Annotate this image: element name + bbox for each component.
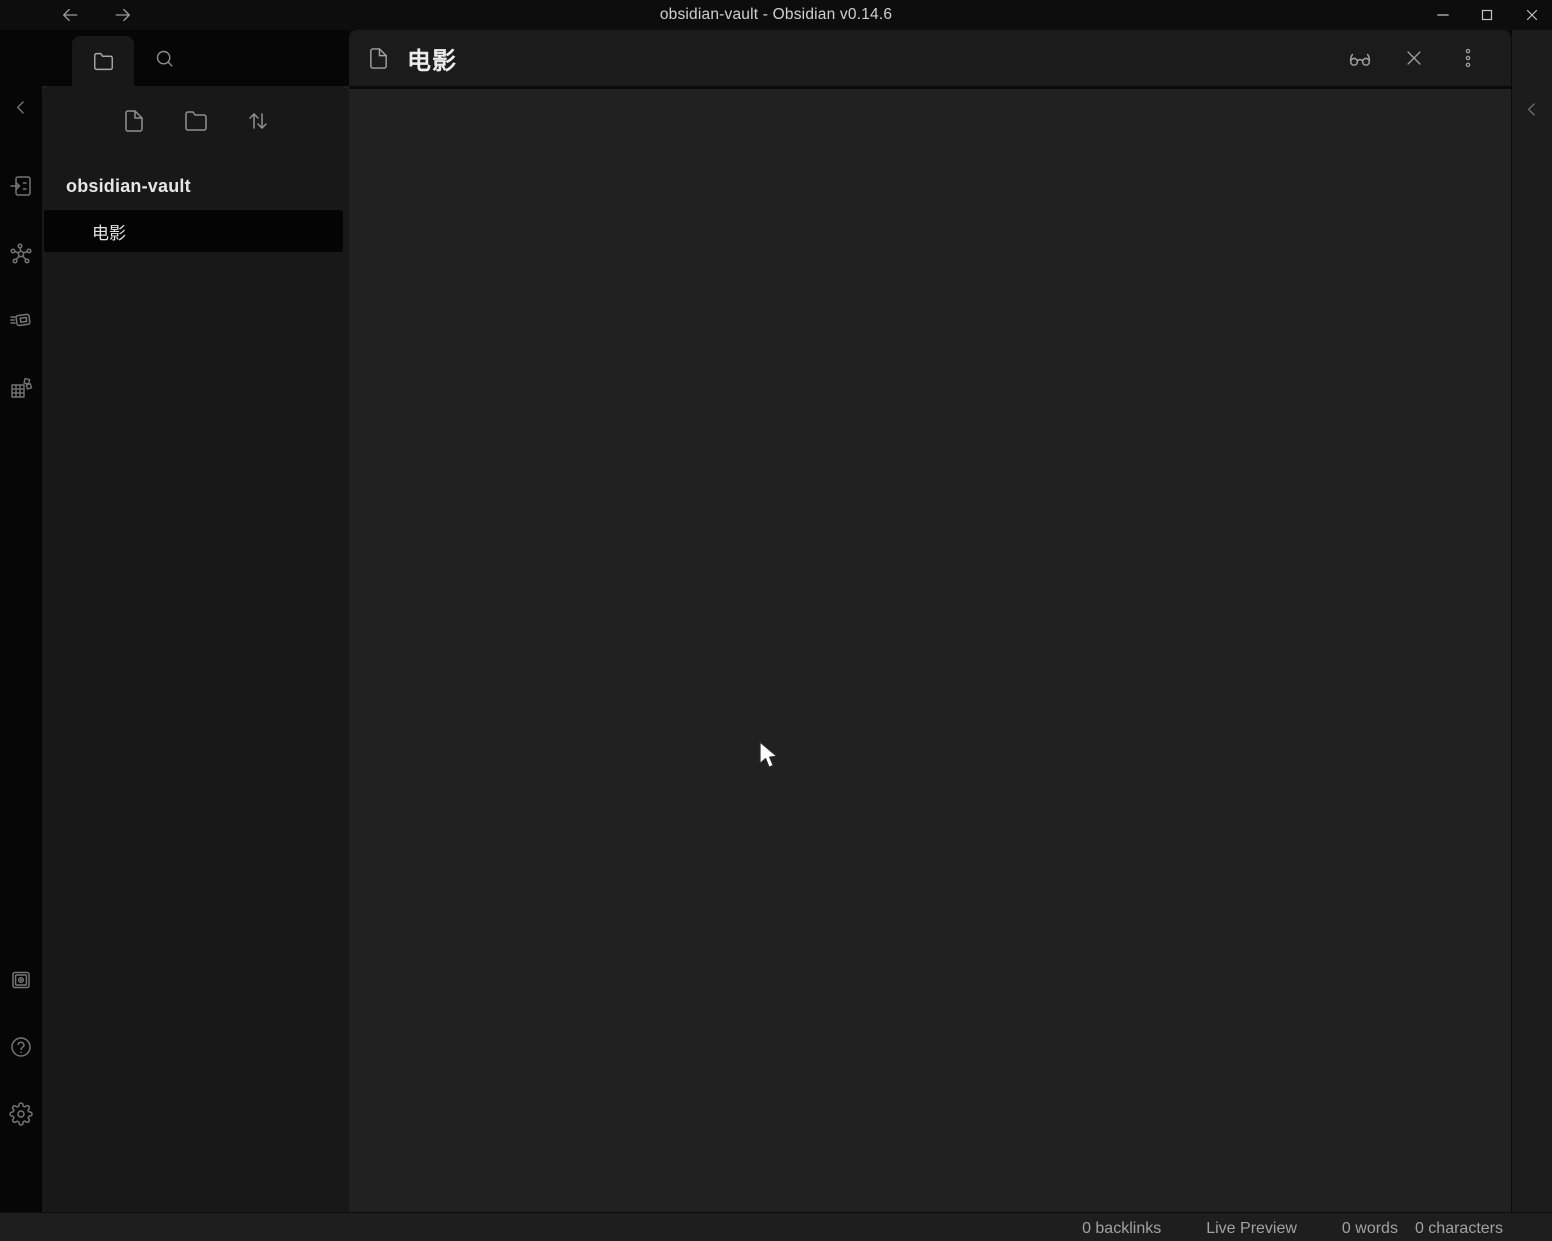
reading-view-button[interactable] xyxy=(1347,45,1373,71)
more-options-icon xyxy=(1457,47,1479,69)
note-title: 电影 xyxy=(407,41,457,76)
obsidian-window: obsidian-vault - Obsidian v0.14.6 xyxy=(0,0,1552,1241)
quick-switcher-icon xyxy=(9,174,33,198)
editor-area[interactable] xyxy=(349,89,1511,1212)
vault-icon xyxy=(9,968,33,992)
quick-switcher-button[interactable] xyxy=(7,172,35,200)
right-sidebar-collapsed xyxy=(1511,30,1552,1212)
word-count: 0 words xyxy=(1342,1220,1398,1238)
file-tree-item-selected[interactable]: 电影 xyxy=(44,210,343,252)
random-note-button[interactable] xyxy=(7,374,35,402)
pane-actions xyxy=(1347,45,1481,71)
vault-name[interactable]: obsidian-vault xyxy=(66,176,191,197)
left-ribbon xyxy=(0,30,42,1212)
close-pane-button[interactable] xyxy=(1401,45,1427,71)
new-folder-button[interactable] xyxy=(182,107,210,135)
graph-view-button[interactable] xyxy=(7,240,35,268)
glasses-icon xyxy=(1347,45,1373,71)
more-options-button[interactable] xyxy=(1455,45,1481,71)
chevron-left-icon xyxy=(11,97,31,117)
tab-search[interactable] xyxy=(150,44,178,72)
main-pane: 电影 xyxy=(349,30,1511,1212)
maximize-icon xyxy=(1478,6,1496,24)
new-note-icon xyxy=(122,109,146,133)
close-icon xyxy=(1523,6,1541,24)
collapse-left-sidebar-button[interactable] xyxy=(7,93,35,121)
file-item-label: 电影 xyxy=(92,219,126,244)
folder-icon xyxy=(93,51,114,72)
pane-header: 电影 xyxy=(349,30,1511,86)
sort-order-icon xyxy=(246,109,270,133)
document-icon xyxy=(367,47,390,70)
expand-right-sidebar-button[interactable] xyxy=(1520,97,1544,121)
chevron-left-icon xyxy=(1522,99,1542,119)
sort-order-button[interactable] xyxy=(244,107,272,135)
explorer-actions xyxy=(42,86,349,135)
left-sidebar: obsidian-vault 电影 xyxy=(42,30,349,1212)
minimize-button[interactable] xyxy=(1430,3,1456,27)
maximize-button[interactable] xyxy=(1474,3,1500,27)
tab-file-explorer[interactable] xyxy=(72,36,134,86)
gear-icon xyxy=(9,1102,33,1126)
new-note-button[interactable] xyxy=(120,107,148,135)
new-folder-icon xyxy=(184,109,208,133)
character-count: 0 characters xyxy=(1415,1220,1503,1238)
titlebar: obsidian-vault - Obsidian v0.14.6 xyxy=(0,0,1552,30)
sidebar-tab-bar xyxy=(42,30,349,86)
help-icon xyxy=(9,1035,33,1059)
close-icon xyxy=(1403,47,1425,69)
settings-button[interactable] xyxy=(7,1100,35,1128)
edit-mode-indicator[interactable]: Live Preview xyxy=(1206,1220,1297,1238)
backlinks-count[interactable]: 0 backlinks xyxy=(1082,1220,1161,1238)
graph-view-icon xyxy=(9,242,33,266)
file-explorer-panel: obsidian-vault 电影 xyxy=(42,86,349,1212)
zettelkasten-note-icon xyxy=(9,308,33,332)
minimize-icon xyxy=(1434,6,1452,24)
window-close-button[interactable] xyxy=(1519,3,1545,27)
open-another-vault-button[interactable] xyxy=(7,966,35,994)
search-icon xyxy=(154,48,175,69)
window-title: obsidian-vault - Obsidian v0.14.6 xyxy=(0,0,1552,30)
status-bar: 0 backlinks Live Preview 0 words 0 chara… xyxy=(0,1212,1552,1241)
help-button[interactable] xyxy=(7,1033,35,1061)
random-note-icon xyxy=(9,376,33,400)
zettelkasten-note-button[interactable] xyxy=(7,306,35,334)
